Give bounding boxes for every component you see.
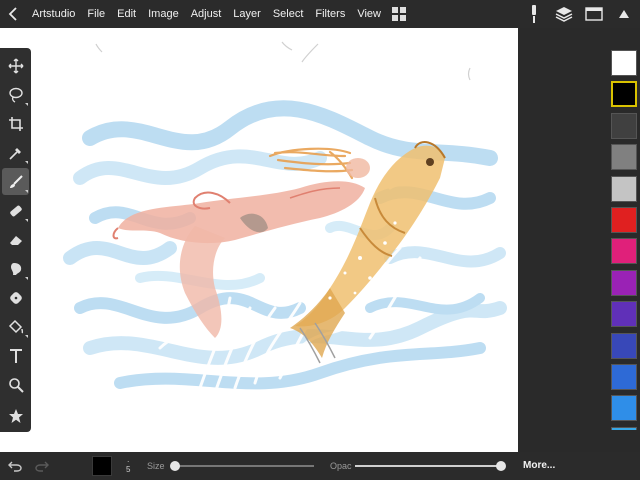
favorites-tool[interactable]	[2, 402, 29, 429]
size-label: Size	[147, 461, 165, 471]
fill-tool[interactable]	[2, 313, 29, 340]
color-swatch[interactable]	[611, 175, 637, 202]
top-menu-bar: Artstudio File Edit Image Adjust Layer S…	[0, 0, 640, 28]
brush-tool[interactable]	[2, 168, 29, 195]
brush-settings-icon	[532, 5, 536, 23]
collapse-arrow-icon	[619, 10, 629, 18]
menu: Artstudio File Edit Image Adjust Layer S…	[28, 0, 387, 28]
color-swatch[interactable]	[611, 81, 637, 108]
color-palette	[611, 50, 637, 430]
collapse-button[interactable]	[614, 4, 634, 24]
brush-icon	[9, 174, 23, 188]
eyedropper-icon	[8, 147, 21, 160]
brush-size-indicator: · 5	[126, 457, 131, 474]
color-swatch[interactable]	[611, 207, 637, 233]
color-swatch[interactable]	[611, 112, 637, 139]
lasso-icon	[8, 87, 23, 103]
color-swatch[interactable]	[611, 144, 637, 171]
color-swatch[interactable]	[611, 426, 637, 430]
color-swatch[interactable]	[611, 269, 637, 296]
size-slider[interactable]	[169, 461, 314, 471]
eraser-tool[interactable]	[2, 226, 29, 253]
eyedropper-tool[interactable]	[2, 139, 29, 166]
drawing-canvas[interactable]	[0, 28, 518, 452]
color-swatch[interactable]	[611, 50, 637, 76]
menu-select[interactable]: Select	[267, 0, 310, 28]
clone-tool[interactable]	[2, 284, 29, 311]
move-icon	[8, 58, 23, 73]
blur-tool[interactable]	[2, 255, 29, 282]
layers-icon	[555, 7, 573, 22]
text-icon	[9, 348, 22, 363]
chevron-left-icon	[8, 7, 17, 21]
tool-panel	[0, 48, 31, 432]
current-color-swatch[interactable]	[92, 456, 112, 476]
undo-icon	[8, 461, 22, 472]
back-button[interactable]	[0, 0, 28, 28]
artwork	[63, 41, 507, 395]
menu-layer[interactable]: Layer	[227, 0, 267, 28]
crop-icon	[8, 116, 23, 131]
clone-icon	[9, 291, 22, 304]
brush-settings-button[interactable]	[524, 4, 544, 24]
size-slider-knob[interactable]	[169, 461, 180, 471]
bottom-bar: · 5 Size Opac More...	[0, 452, 640, 480]
magnifier-icon	[8, 377, 24, 393]
smudge-tool[interactable]	[2, 197, 29, 224]
opacity-slider-fill	[355, 465, 501, 467]
opacity-slider-knob[interactable]	[496, 461, 506, 471]
app-grid-button[interactable]	[389, 0, 409, 28]
brush-size-value: 5	[126, 465, 131, 474]
workspace	[0, 28, 640, 452]
menu-view[interactable]: View	[351, 0, 387, 28]
app-name-menu[interactable]: Artstudio	[28, 0, 81, 28]
menu-adjust[interactable]: Adjust	[185, 0, 228, 28]
redo-button[interactable]	[32, 456, 52, 476]
star-icon	[8, 408, 23, 423]
redo-icon	[35, 461, 49, 472]
undo-button[interactable]	[5, 456, 25, 476]
color-swatch[interactable]	[611, 238, 637, 265]
fill-bucket-icon	[8, 319, 23, 333]
grid-icon	[392, 7, 406, 21]
color-swatch[interactable]	[611, 364, 637, 390]
opacity-label: Opac	[330, 461, 352, 471]
lasso-tool[interactable]	[2, 81, 29, 108]
color-swatch[interactable]	[611, 395, 637, 422]
menu-file[interactable]: File	[81, 0, 111, 28]
menu-image[interactable]: Image	[142, 0, 185, 28]
more-button[interactable]: More...	[523, 460, 555, 471]
eraser-icon	[9, 235, 22, 245]
blur-icon	[10, 262, 21, 275]
opacity-slider[interactable]	[355, 461, 506, 471]
text-tool[interactable]	[2, 342, 29, 369]
top-right-controls	[524, 0, 634, 28]
zoom-tool[interactable]	[2, 371, 29, 398]
crop-tool[interactable]	[2, 110, 29, 137]
menu-filters[interactable]: Filters	[309, 0, 351, 28]
panels-icon	[585, 7, 603, 21]
move-tool[interactable]	[2, 52, 29, 79]
menu-edit[interactable]: Edit	[111, 0, 142, 28]
artstudio-app: Artstudio File Edit Image Adjust Layer S…	[0, 0, 640, 480]
layers-button[interactable]	[554, 4, 574, 24]
color-swatch[interactable]	[611, 332, 637, 359]
panels-button[interactable]	[584, 4, 604, 24]
smudge-icon	[9, 205, 22, 216]
color-swatch[interactable]	[611, 301, 637, 328]
